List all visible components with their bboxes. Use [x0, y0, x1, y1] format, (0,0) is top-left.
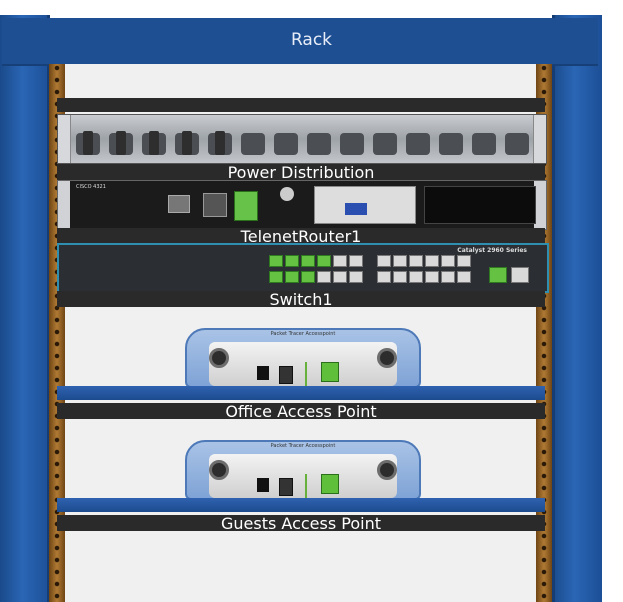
- router-usb-port[interactable]: [168, 195, 190, 213]
- ap-power-port[interactable]: [257, 366, 269, 380]
- outlet[interactable]: [305, 121, 333, 157]
- switch-uplink-port[interactable]: [511, 267, 529, 283]
- switch-port-connected[interactable]: [269, 255, 283, 267]
- outlet[interactable]: [173, 121, 201, 157]
- switch-port-connected[interactable]: [285, 255, 299, 267]
- office-access-point[interactable]: Packet Tracer Accesspoint: [185, 322, 421, 392]
- rack-right-post: [552, 15, 602, 602]
- power-distribution-unit[interactable]: [57, 114, 547, 164]
- switch-port[interactable]: [409, 271, 423, 283]
- ap-ethernet-port[interactable]: [321, 362, 339, 382]
- guests-access-point[interactable]: Packet Tracer Accesspoint: [185, 434, 421, 504]
- router-chassis[interactable]: CISCO 4321: [57, 180, 547, 230]
- ap-title: Packet Tracer Accesspoint: [270, 443, 336, 449]
- switch-port[interactable]: [393, 255, 407, 267]
- ap-panel: [209, 454, 397, 502]
- ap-bracket: [57, 498, 545, 512]
- switch-port[interactable]: [441, 271, 455, 283]
- outlet[interactable]: [470, 121, 498, 157]
- outlet[interactable]: [272, 121, 300, 157]
- switch-port[interactable]: [349, 255, 363, 267]
- switch-port[interactable]: [377, 271, 391, 283]
- switch-port[interactable]: [425, 255, 439, 267]
- switch-model: Catalyst 2960 Series: [457, 247, 527, 254]
- ap-antenna-left: [209, 348, 229, 368]
- outlet[interactable]: [140, 121, 168, 157]
- outlet[interactable]: [107, 121, 135, 157]
- ap-power-switch[interactable]: [279, 478, 293, 496]
- device-label-office-ap: Office Access Point: [225, 402, 377, 421]
- ap-bracket: [57, 386, 545, 400]
- switch-port[interactable]: [457, 255, 471, 267]
- switch-port[interactable]: [409, 255, 423, 267]
- pdu-ear-left: [58, 115, 71, 163]
- pdu-top-bar: [57, 98, 545, 112]
- switch-uplink-connected[interactable]: [489, 267, 507, 283]
- switch-port[interactable]: [441, 255, 455, 267]
- ap-panel: [209, 342, 397, 390]
- outlet[interactable]: [371, 121, 399, 157]
- outlet[interactable]: [503, 121, 531, 157]
- switch-port-connected[interactable]: [317, 255, 331, 267]
- device-label-guests-ap: Guests Access Point: [221, 514, 381, 533]
- outlet[interactable]: [74, 121, 102, 157]
- switch-chassis[interactable]: Catalyst 2960 Series: [57, 243, 549, 293]
- switch-port-connected[interactable]: [285, 271, 299, 283]
- outlet[interactable]: [437, 121, 465, 157]
- ap-body: Packet Tracer Accesspoint: [185, 440, 421, 502]
- switch-port-connected[interactable]: [301, 255, 315, 267]
- router-ge-port-green[interactable]: [234, 191, 258, 221]
- ap-antenna-right: [377, 460, 397, 480]
- router-empty-slot[interactable]: [424, 186, 536, 224]
- switch-port[interactable]: [317, 271, 331, 283]
- switch-port[interactable]: [333, 255, 347, 267]
- ap-antenna-left: [209, 460, 229, 480]
- outlet[interactable]: [206, 121, 234, 157]
- switch-port[interactable]: [333, 271, 347, 283]
- outlet[interactable]: [338, 121, 366, 157]
- switch-port[interactable]: [393, 271, 407, 283]
- ap-title: Packet Tracer Accesspoint: [270, 331, 336, 337]
- switch-port[interactable]: [425, 271, 439, 283]
- rack-title: Rack: [290, 30, 333, 50]
- router-ear-left: [58, 181, 70, 229]
- switch-port-connected[interactable]: [301, 271, 315, 283]
- ap-power-switch[interactable]: [279, 366, 293, 384]
- switch-port[interactable]: [349, 271, 363, 283]
- switch-port[interactable]: [377, 255, 391, 267]
- router-console-port[interactable]: [203, 193, 227, 217]
- router-brand: CISCO 4321: [76, 184, 106, 190]
- outlet[interactable]: [404, 121, 432, 157]
- rack-left-post: [0, 15, 50, 602]
- outlet[interactable]: [239, 121, 267, 157]
- switch-port-connected[interactable]: [269, 271, 283, 283]
- ap-ethernet-port[interactable]: [321, 474, 339, 494]
- ap-body: Packet Tracer Accesspoint: [185, 328, 421, 390]
- device-label-switch: Switch1: [269, 290, 333, 309]
- switch-port[interactable]: [457, 271, 471, 283]
- router-power-button[interactable]: [280, 187, 294, 201]
- router-serial-connector: [345, 203, 367, 215]
- ap-antenna-right: [377, 348, 397, 368]
- ap-power-port[interactable]: [257, 478, 269, 492]
- pdu-ear-right: [533, 115, 546, 163]
